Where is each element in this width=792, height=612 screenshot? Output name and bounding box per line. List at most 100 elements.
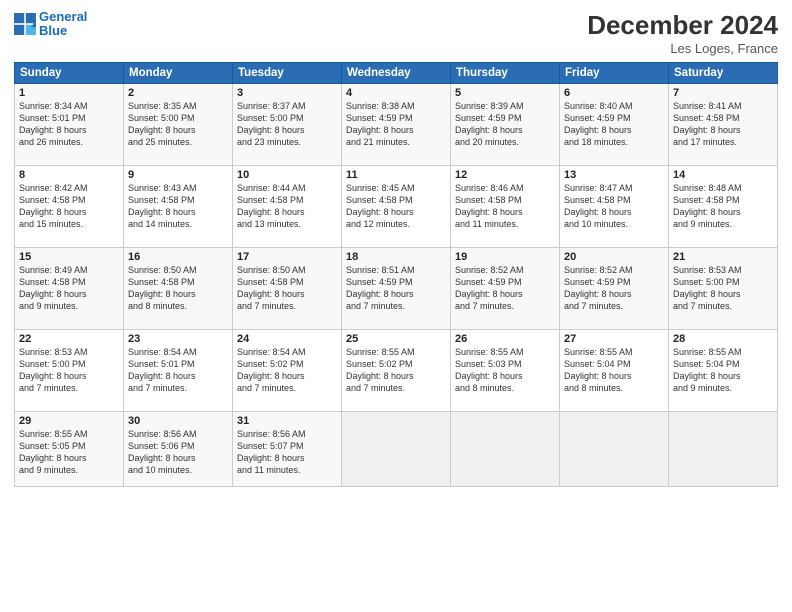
weekday-header-tuesday: Tuesday (233, 63, 342, 84)
calendar-cell: 21Sunrise: 8:53 AM Sunset: 5:00 PM Dayli… (669, 248, 778, 330)
calendar-cell: 19Sunrise: 8:52 AM Sunset: 4:59 PM Dayli… (451, 248, 560, 330)
day-info: Sunrise: 8:41 AM Sunset: 4:58 PM Dayligh… (673, 100, 773, 149)
calendar-cell: 24Sunrise: 8:54 AM Sunset: 5:02 PM Dayli… (233, 330, 342, 412)
day-number: 10 (237, 169, 337, 181)
calendar-cell: 15Sunrise: 8:49 AM Sunset: 4:58 PM Dayli… (15, 248, 124, 330)
calendar-cell: 17Sunrise: 8:50 AM Sunset: 4:58 PM Dayli… (233, 248, 342, 330)
day-info: Sunrise: 8:38 AM Sunset: 4:59 PM Dayligh… (346, 100, 446, 149)
weekday-header-friday: Friday (560, 63, 669, 84)
calendar-cell: 2Sunrise: 8:35 AM Sunset: 5:00 PM Daylig… (124, 84, 233, 166)
weekday-header-thursday: Thursday (451, 63, 560, 84)
calendar-cell: 9Sunrise: 8:43 AM Sunset: 4:58 PM Daylig… (124, 166, 233, 248)
month-year: December 2024 (587, 10, 778, 41)
day-info: Sunrise: 8:52 AM Sunset: 4:59 PM Dayligh… (455, 264, 555, 313)
day-number: 6 (564, 87, 664, 99)
calendar-cell: 16Sunrise: 8:50 AM Sunset: 4:58 PM Dayli… (124, 248, 233, 330)
day-number: 9 (128, 169, 228, 181)
day-info: Sunrise: 8:54 AM Sunset: 5:02 PM Dayligh… (237, 346, 337, 395)
day-info: Sunrise: 8:50 AM Sunset: 4:58 PM Dayligh… (128, 264, 228, 313)
logo-text: General Blue (39, 10, 87, 39)
day-number: 5 (455, 87, 555, 99)
day-number: 17 (237, 251, 337, 263)
weekday-header-sunday: Sunday (15, 63, 124, 84)
calendar-cell: 10Sunrise: 8:44 AM Sunset: 4:58 PM Dayli… (233, 166, 342, 248)
calendar-cell: 31Sunrise: 8:56 AM Sunset: 5:07 PM Dayli… (233, 412, 342, 487)
calendar-cell: 3Sunrise: 8:37 AM Sunset: 5:00 PM Daylig… (233, 84, 342, 166)
day-number: 4 (346, 87, 446, 99)
day-info: Sunrise: 8:45 AM Sunset: 4:58 PM Dayligh… (346, 182, 446, 231)
day-info: Sunrise: 8:35 AM Sunset: 5:00 PM Dayligh… (128, 100, 228, 149)
day-number: 19 (455, 251, 555, 263)
day-number: 22 (19, 333, 119, 345)
day-number: 3 (237, 87, 337, 99)
day-number: 18 (346, 251, 446, 263)
day-info: Sunrise: 8:55 AM Sunset: 5:04 PM Dayligh… (673, 346, 773, 395)
day-number: 11 (346, 169, 446, 181)
calendar-cell: 29Sunrise: 8:55 AM Sunset: 5:05 PM Dayli… (15, 412, 124, 487)
logo-icon (14, 13, 36, 35)
calendar-cell: 20Sunrise: 8:52 AM Sunset: 4:59 PM Dayli… (560, 248, 669, 330)
calendar-cell: 22Sunrise: 8:53 AM Sunset: 5:00 PM Dayli… (15, 330, 124, 412)
day-info: Sunrise: 8:42 AM Sunset: 4:58 PM Dayligh… (19, 182, 119, 231)
day-number: 2 (128, 87, 228, 99)
calendar-cell: 30Sunrise: 8:56 AM Sunset: 5:06 PM Dayli… (124, 412, 233, 487)
weekday-header-saturday: Saturday (669, 63, 778, 84)
day-info: Sunrise: 8:53 AM Sunset: 5:00 PM Dayligh… (19, 346, 119, 395)
calendar-cell: 18Sunrise: 8:51 AM Sunset: 4:59 PM Dayli… (342, 248, 451, 330)
calendar-cell: 26Sunrise: 8:55 AM Sunset: 5:03 PM Dayli… (451, 330, 560, 412)
day-info: Sunrise: 8:56 AM Sunset: 5:06 PM Dayligh… (128, 428, 228, 477)
day-info: Sunrise: 8:39 AM Sunset: 4:59 PM Dayligh… (455, 100, 555, 149)
calendar-cell: 6Sunrise: 8:40 AM Sunset: 4:59 PM Daylig… (560, 84, 669, 166)
day-number: 14 (673, 169, 773, 181)
day-number: 24 (237, 333, 337, 345)
calendar-cell: 23Sunrise: 8:54 AM Sunset: 5:01 PM Dayli… (124, 330, 233, 412)
day-info: Sunrise: 8:52 AM Sunset: 4:59 PM Dayligh… (564, 264, 664, 313)
calendar-cell: 11Sunrise: 8:45 AM Sunset: 4:58 PM Dayli… (342, 166, 451, 248)
day-number: 27 (564, 333, 664, 345)
day-info: Sunrise: 8:49 AM Sunset: 4:58 PM Dayligh… (19, 264, 119, 313)
calendar-cell: 27Sunrise: 8:55 AM Sunset: 5:04 PM Dayli… (560, 330, 669, 412)
day-info: Sunrise: 8:55 AM Sunset: 5:03 PM Dayligh… (455, 346, 555, 395)
calendar-cell: 7Sunrise: 8:41 AM Sunset: 4:58 PM Daylig… (669, 84, 778, 166)
day-info: Sunrise: 8:34 AM Sunset: 5:01 PM Dayligh… (19, 100, 119, 149)
day-number: 1 (19, 87, 119, 99)
page-header: General Blue December 2024 Les Loges, Fr… (14, 10, 778, 56)
day-info: Sunrise: 8:48 AM Sunset: 4:58 PM Dayligh… (673, 182, 773, 231)
title-block: December 2024 Les Loges, France (587, 10, 778, 56)
calendar-cell: 25Sunrise: 8:55 AM Sunset: 5:02 PM Dayli… (342, 330, 451, 412)
weekday-header-wednesday: Wednesday (342, 63, 451, 84)
day-info: Sunrise: 8:50 AM Sunset: 4:58 PM Dayligh… (237, 264, 337, 313)
day-number: 12 (455, 169, 555, 181)
day-number: 29 (19, 415, 119, 427)
day-number: 15 (19, 251, 119, 263)
day-info: Sunrise: 8:56 AM Sunset: 5:07 PM Dayligh… (237, 428, 337, 477)
calendar-cell: 1Sunrise: 8:34 AM Sunset: 5:01 PM Daylig… (15, 84, 124, 166)
calendar-cell: 8Sunrise: 8:42 AM Sunset: 4:58 PM Daylig… (15, 166, 124, 248)
day-info: Sunrise: 8:53 AM Sunset: 5:00 PM Dayligh… (673, 264, 773, 313)
day-info: Sunrise: 8:40 AM Sunset: 4:59 PM Dayligh… (564, 100, 664, 149)
weekday-header-monday: Monday (124, 63, 233, 84)
day-number: 25 (346, 333, 446, 345)
day-number: 21 (673, 251, 773, 263)
day-info: Sunrise: 8:55 AM Sunset: 5:04 PM Dayligh… (564, 346, 664, 395)
calendar-cell (451, 412, 560, 487)
day-number: 26 (455, 333, 555, 345)
day-info: Sunrise: 8:44 AM Sunset: 4:58 PM Dayligh… (237, 182, 337, 231)
calendar-cell: 5Sunrise: 8:39 AM Sunset: 4:59 PM Daylig… (451, 84, 560, 166)
day-number: 28 (673, 333, 773, 345)
calendar-cell (560, 412, 669, 487)
day-info: Sunrise: 8:55 AM Sunset: 5:05 PM Dayligh… (19, 428, 119, 477)
day-number: 30 (128, 415, 228, 427)
location: Les Loges, France (587, 41, 778, 56)
day-info: Sunrise: 8:55 AM Sunset: 5:02 PM Dayligh… (346, 346, 446, 395)
day-number: 13 (564, 169, 664, 181)
calendar-cell: 14Sunrise: 8:48 AM Sunset: 4:58 PM Dayli… (669, 166, 778, 248)
day-number: 7 (673, 87, 773, 99)
day-info: Sunrise: 8:51 AM Sunset: 4:59 PM Dayligh… (346, 264, 446, 313)
day-number: 8 (19, 169, 119, 181)
calendar: SundayMondayTuesdayWednesdayThursdayFrid… (14, 62, 778, 487)
day-info: Sunrise: 8:47 AM Sunset: 4:58 PM Dayligh… (564, 182, 664, 231)
logo: General Blue (14, 10, 87, 39)
day-number: 20 (564, 251, 664, 263)
calendar-cell (669, 412, 778, 487)
